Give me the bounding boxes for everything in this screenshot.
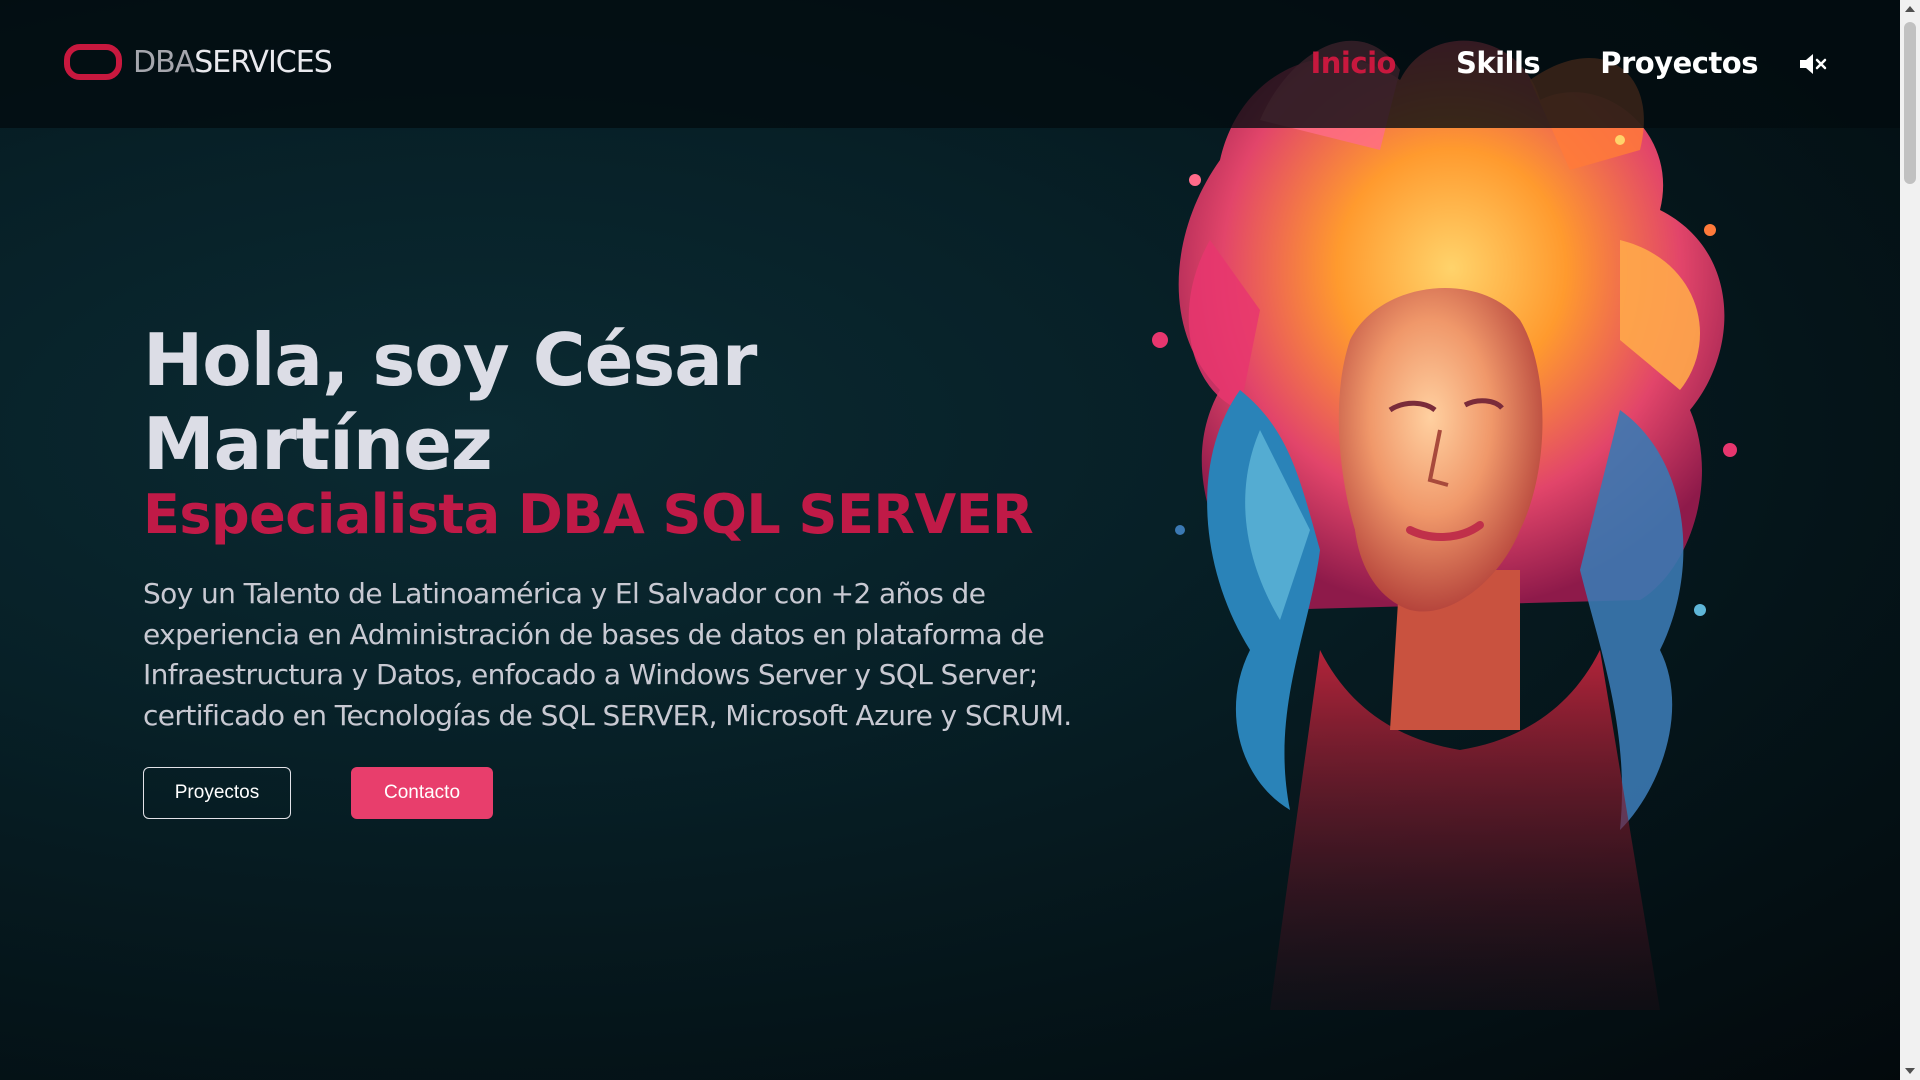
logo-suffix: SERVICES [194,44,333,80]
site-logo[interactable]: DBASERVICES [64,44,333,80]
hero-section: Hola, soy César Martínez Especialista DB… [143,318,1113,819]
hero-buttons: Proyectos Contacto [143,767,1113,819]
scroll-up-arrow-icon[interactable] [1900,0,1920,18]
nav-item-inicio[interactable]: Inicio [1311,46,1397,80]
nav-item-proyectos[interactable]: Proyectos [1600,46,1758,80]
vertical-scrollbar[interactable] [1900,0,1920,1080]
pill-shape-icon [64,44,122,80]
portrait-illustration [1152,40,1737,1010]
nav-item-skills[interactable]: Skills [1456,46,1541,80]
hero-role: Especialista DBA SQL SERVER [143,483,1034,546]
top-header: DBASERVICES Inicio Skills Proyectos [0,0,1900,128]
landing-page: DBASERVICES Inicio Skills Proyectos Hola… [0,0,1920,1080]
scroll-down-arrow-icon[interactable] [1900,1062,1920,1080]
speaker-muted-icon[interactable] [1798,50,1828,78]
main-nav: Inicio Skills Proyectos [1251,46,1759,80]
projects-button[interactable]: Proyectos [143,767,291,819]
hero-greeting: Hola, soy César Martínez [143,318,757,486]
contact-button[interactable]: Contacto [351,767,493,819]
hero-description: Soy un Talento de Latinoamérica y El Sal… [143,577,1072,732]
scrollbar-thumb[interactable] [1904,22,1916,184]
logo-prefix: DBA [133,44,195,80]
logo-text: DBASERVICES [133,44,333,80]
